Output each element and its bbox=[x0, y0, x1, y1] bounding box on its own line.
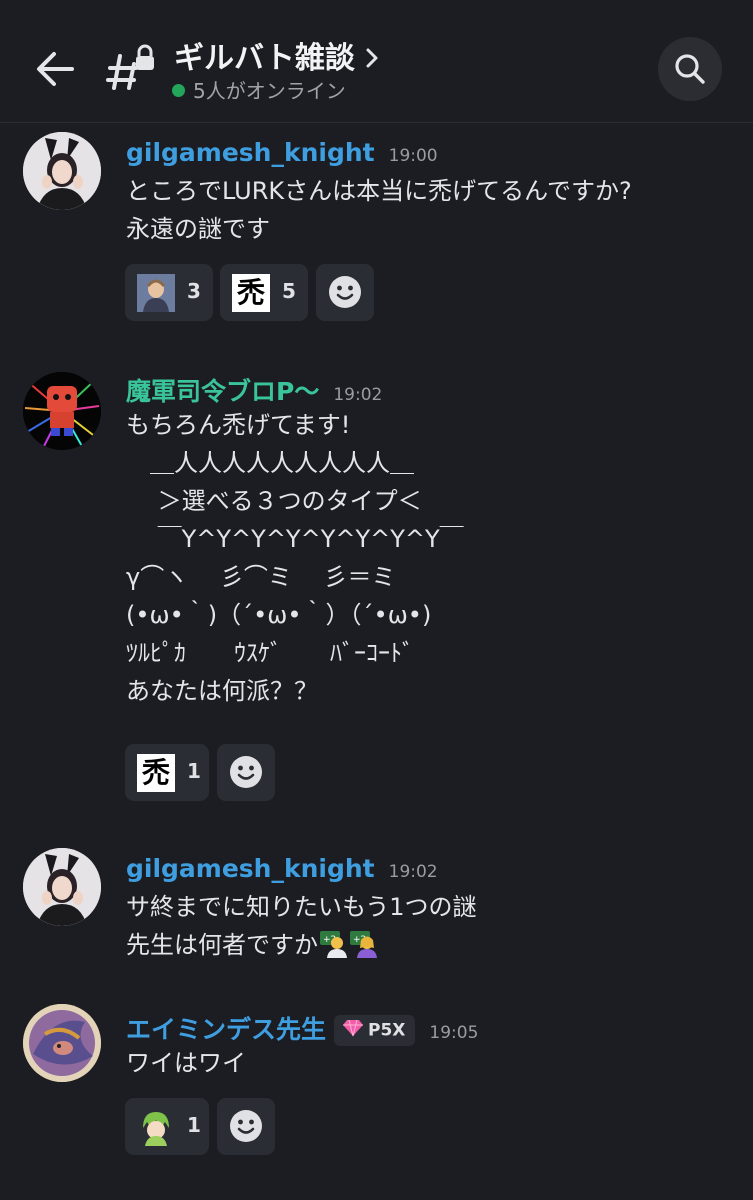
reaction-kanji[interactable]: 禿 5 bbox=[220, 264, 308, 321]
message-line-with-emoji: 先生は何者ですか +2 +2 bbox=[126, 926, 477, 964]
teacher-emoji-icon: +2 bbox=[348, 928, 378, 958]
badge-label: P5X bbox=[368, 1020, 406, 1041]
message-content: もちろん禿げてます! ＿人人人人人人人人人＿ ＞選べる３つのタイプ＜ ￣Y^Y^… bbox=[126, 406, 464, 710]
kanji-emoji-icon: 禿 bbox=[232, 274, 270, 312]
message-line: (•ω•｀)（´•ω•｀）（´•ω•) bbox=[126, 601, 432, 629]
add-reaction-button[interactable] bbox=[217, 744, 275, 801]
author-name[interactable]: エイミンデス先生 bbox=[126, 1015, 326, 1044]
message-line: γ⌒ヽ 彡⌒ミ 彡＝ミ bbox=[126, 563, 396, 591]
channel-title[interactable]: ギルバト雑談 bbox=[174, 33, 379, 77]
author-name[interactable]: gilgamesh_knight bbox=[126, 854, 375, 883]
timestamp: 19:02 bbox=[333, 385, 383, 405]
message-content: ワイはワイ bbox=[126, 1044, 246, 1082]
message-text: 先生は何者ですか bbox=[126, 931, 318, 959]
reaction-count: 5 bbox=[282, 279, 296, 303]
message-header: gilgamesh_knight 19:02 bbox=[126, 854, 438, 883]
message-line: サ終までに知りたいもう1つの謎 bbox=[126, 893, 477, 921]
back-arrow-icon[interactable] bbox=[32, 46, 78, 92]
reaction-character[interactable]: 1 bbox=[125, 1098, 209, 1155]
teacher-emoji-icon: +2 bbox=[318, 928, 348, 958]
timestamp: 19:00 bbox=[388, 146, 438, 166]
search-button[interactable] bbox=[658, 37, 722, 101]
avatar[interactable] bbox=[23, 1004, 101, 1082]
message-header: gilgamesh_knight 19:00 bbox=[126, 138, 438, 167]
avatar[interactable] bbox=[23, 132, 101, 210]
smiley-icon bbox=[230, 1110, 262, 1142]
channel-name: ギルバト雑談 bbox=[174, 41, 355, 76]
role-badge[interactable]: P5X bbox=[334, 1015, 416, 1046]
avatar[interactable] bbox=[23, 372, 101, 450]
avatar[interactable] bbox=[23, 848, 101, 926]
add-reaction-button[interactable] bbox=[316, 264, 374, 321]
message-line: あなたは何派？？ bbox=[126, 677, 318, 705]
author-name[interactable]: gilgamesh_knight bbox=[126, 138, 375, 167]
smiley-icon bbox=[329, 276, 361, 308]
online-count: 5人がオンライン bbox=[193, 79, 346, 103]
add-reaction-button[interactable] bbox=[217, 1098, 275, 1155]
reaction-count: 1 bbox=[187, 759, 201, 783]
message-line: もちろん禿げてます! bbox=[126, 411, 351, 439]
online-dot-icon bbox=[172, 84, 185, 97]
reaction-kanji[interactable]: 禿 1 bbox=[125, 744, 209, 801]
message-line: ＞選べる３つのタイプ＜ bbox=[126, 487, 422, 515]
character-emoji-icon bbox=[137, 1108, 175, 1146]
message-line: ところでLURKさんは本当に禿げてるんですか? bbox=[126, 177, 632, 205]
smiley-icon bbox=[230, 756, 262, 788]
online-status: 5人がオンライン bbox=[172, 75, 346, 104]
message-line: 永遠の謎です bbox=[126, 215, 270, 243]
timestamp: 19:02 bbox=[388, 862, 438, 882]
chevron-right-icon bbox=[365, 42, 379, 77]
message-line: ﾂﾙﾋﾟｶ ｳｽｹﾞ ﾊﾞｰｺｰﾄﾞ bbox=[126, 639, 414, 667]
timestamp: 19:05 bbox=[429, 1023, 479, 1043]
reaction-portrait[interactable]: 3 bbox=[125, 264, 213, 321]
message-header: 魔軍司令ブロP〜 19:02 bbox=[126, 372, 382, 408]
message-content: サ終までに知りたいもう1つの謎 先生は何者ですか +2 +2 bbox=[126, 888, 477, 964]
reaction-count: 1 bbox=[187, 1113, 201, 1137]
kanji-emoji-icon: 禿 bbox=[137, 754, 175, 792]
author-name[interactable]: 魔軍司令ブロP〜 bbox=[126, 377, 319, 406]
portrait-emoji-icon bbox=[137, 274, 175, 312]
message-content: ところでLURKさんは本当に禿げてるんですか? 永遠の謎です bbox=[126, 172, 632, 248]
reaction-count: 3 bbox=[187, 279, 201, 303]
message-line: ￣Y^Y^Y^Y^Y^Y^Y^Y￣ bbox=[126, 525, 464, 553]
gem-icon bbox=[342, 1019, 364, 1042]
locked-channel-icon bbox=[106, 42, 158, 94]
message-line: ＿人人人人人人人人人＿ bbox=[126, 449, 414, 477]
search-icon bbox=[675, 54, 705, 84]
channel-header: ギルバト雑談 5人がオンライン bbox=[0, 0, 753, 123]
message-line: ワイはワイ bbox=[126, 1049, 246, 1077]
